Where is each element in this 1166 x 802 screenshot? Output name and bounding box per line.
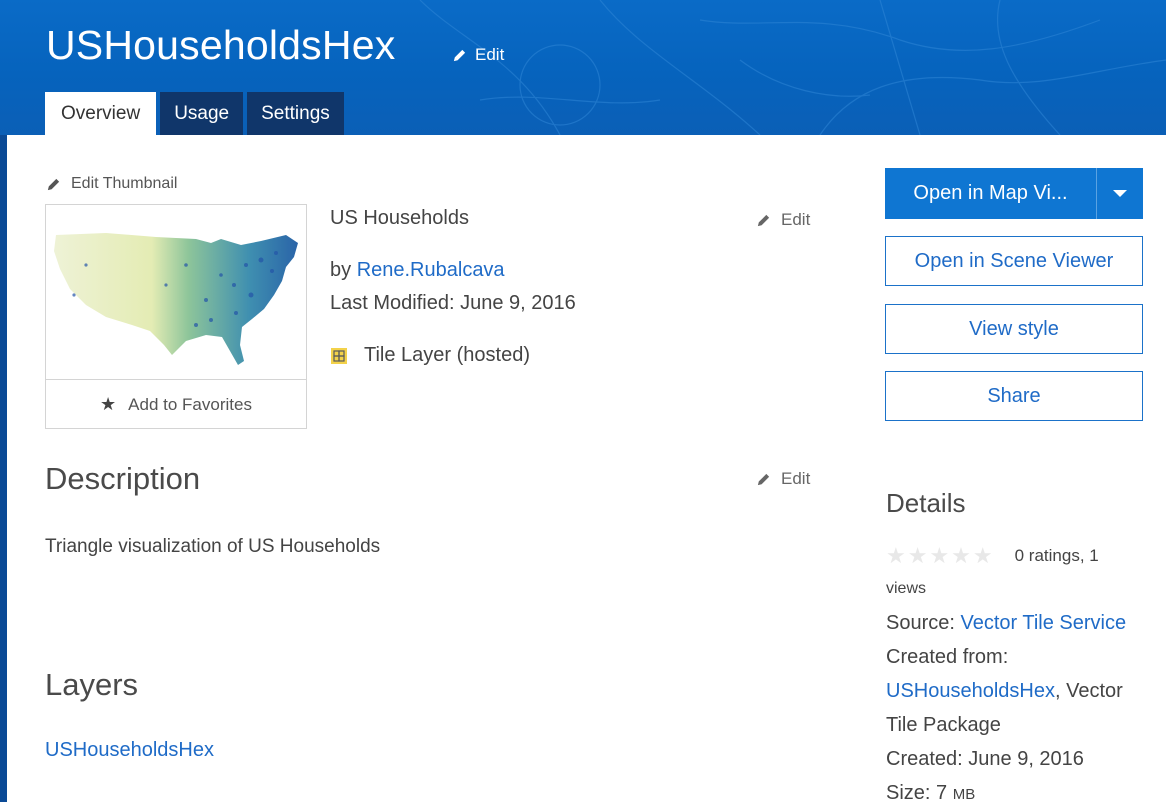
description-heading: Description	[45, 461, 201, 496]
rating-stars-icon[interactable]: ★★★★★	[886, 543, 995, 569]
add-to-favorites-label: Add to Favorites	[128, 394, 252, 414]
item-type: Tile Layer (hosted)	[330, 344, 530, 367]
source-line: Source: Vector Tile Service	[886, 612, 1126, 635]
tab-settings[interactable]: Settings	[247, 92, 344, 135]
source-label: Source:	[886, 612, 961, 634]
item-owner: by Rene.Rubalcava	[330, 259, 505, 282]
open-options-dropdown[interactable]	[1097, 168, 1143, 219]
description-edit-label: Edit	[781, 469, 811, 488]
view-style-button[interactable]: View style	[885, 304, 1143, 354]
created-from-link[interactable]: USHouseholdsHex	[886, 680, 1055, 702]
tab-overview[interactable]: Overview	[45, 92, 157, 135]
thumbnail-image	[54, 233, 298, 365]
tile-layer-icon	[331, 347, 347, 364]
created-from-suffix: , Vector	[1054, 680, 1123, 702]
last-modified: Last Modified: June 9, 2016	[330, 292, 576, 314]
ratings-text: 0 ratings, 1	[1014, 546, 1099, 565]
size-unit: MB	[952, 786, 976, 802]
pencil-icon	[453, 49, 466, 61]
caret-down-icon	[1113, 190, 1127, 197]
layer-link[interactable]: USHouseholdsHex	[45, 739, 214, 762]
pencil-icon	[757, 214, 770, 226]
edit-thumbnail-label: Edit Thumbnail	[71, 175, 178, 192]
tab-usage[interactable]: Usage	[160, 92, 244, 135]
item-summary: US Households	[330, 207, 469, 229]
open-map-viewer-button[interactable]: Open in Map Vi...	[885, 168, 1096, 219]
share-button[interactable]: Share	[885, 371, 1143, 421]
description-edit-button[interactable]: Edit	[756, 469, 810, 489]
created-from-label: Created from:	[886, 646, 1009, 668]
created-date: Created: June 9, 2016	[886, 748, 1084, 770]
title-edit-label: Edit	[475, 45, 505, 64]
open-scene-viewer-button[interactable]: Open in Scene Viewer	[885, 236, 1143, 286]
star-icon: ★	[100, 394, 117, 414]
created-from-suffix2: Tile Package	[886, 714, 1001, 736]
open-map-viewer-split-button: Open in Map Vi...	[885, 168, 1143, 219]
size-line: Size: 7 MB	[886, 782, 975, 802]
source-link[interactable]: Vector Tile Service	[960, 612, 1126, 634]
item-tabs: Overview Usage Settings	[45, 92, 344, 135]
thumbnail-card: ★ Add to Favorites	[45, 204, 307, 429]
owner-link[interactable]: Rene.Rubalcava	[357, 259, 505, 281]
size-label: Size: 7	[886, 782, 953, 802]
description-text: Triangle visualization of US Households	[45, 536, 381, 557]
summary-edit-button[interactable]: Edit	[756, 210, 810, 230]
item-type-label: Tile Layer (hosted)	[364, 344, 530, 366]
details-heading: Details	[886, 488, 966, 518]
pencil-icon	[757, 473, 770, 485]
edit-thumbnail-button[interactable]: Edit Thumbnail	[46, 175, 177, 193]
views-text: views	[886, 580, 927, 597]
add-to-favorites-button[interactable]: ★ Add to Favorites	[46, 379, 306, 429]
pencil-icon	[47, 178, 60, 190]
ratings: ★★★★★ 0 ratings, 1	[886, 543, 1099, 569]
created-from-line: USHouseholdsHex, Vector	[886, 680, 1123, 703]
layers-heading: Layers	[45, 667, 139, 702]
item-title: USHouseholdsHex	[46, 22, 396, 68]
owner-prefix: by	[330, 259, 357, 281]
summary-edit-label: Edit	[781, 210, 811, 229]
item-header: USHouseholdsHex Edit Overview Usage Sett…	[0, 0, 1166, 135]
title-edit-button[interactable]: Edit	[452, 45, 504, 65]
